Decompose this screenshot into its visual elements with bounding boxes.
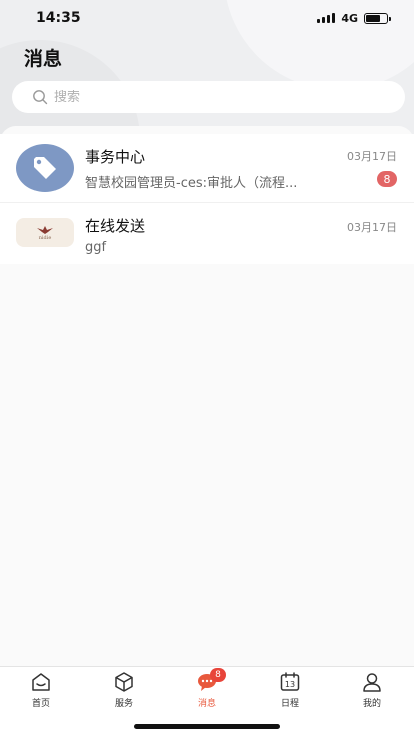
calendar-icon: 13 — [279, 671, 301, 693]
message-preview: 智慧校园管理员-ces:审批人（流程... — [85, 176, 298, 191]
tab-schedule[interactable]: 13 日程 — [255, 671, 325, 711]
home-icon — [30, 671, 52, 693]
tab-label: 服务 — [114, 699, 133, 709]
tab-label: 日程 — [280, 699, 299, 709]
chat-bubble-icon: 8 — [196, 668, 226, 693]
battery-icon — [364, 12, 391, 24]
avatar: nidie — [16, 218, 74, 247]
message-list: 事务中心 03月17日 智慧校园管理员-ces:审批人（流程... 8 nidi… — [0, 126, 414, 671]
tab-label: 我的 — [362, 699, 381, 709]
tab-service[interactable]: 服务 — [89, 671, 159, 711]
network-type: 4G — [341, 11, 358, 25]
home-indicator — [134, 724, 280, 729]
calendar-day: 13 — [285, 680, 295, 689]
message-item-online-send[interactable]: nidie 在线发送 03月17日 ggf — [0, 202, 414, 264]
signal-icon — [317, 13, 336, 23]
message-preview: ggf — [85, 240, 107, 255]
status-time: 14:35 — [36, 10, 81, 26]
avatar — [16, 144, 74, 192]
status-bar: 14:35 4G — [0, 0, 414, 36]
tab-mine[interactable]: 我的 — [337, 671, 407, 711]
message-title: 事务中心 — [85, 148, 146, 166]
message-date: 03月17日 — [347, 150, 397, 163]
search-bar[interactable] — [12, 81, 405, 113]
search-icon — [32, 89, 48, 105]
tab-messages[interactable]: 8 消息 — [172, 668, 242, 711]
tab-label: 消息 — [197, 699, 216, 709]
tab-home[interactable]: 首页 — [6, 671, 76, 711]
bird-logo — [37, 225, 53, 234]
message-date: 03月17日 — [347, 221, 397, 234]
cube-icon — [113, 671, 135, 693]
person-icon — [361, 671, 383, 693]
status-indicators: 4G — [317, 11, 391, 25]
message-title: 在线发送 — [85, 217, 146, 235]
page-title: 消息 — [24, 48, 63, 70]
logo-text: nidie — [38, 234, 52, 241]
tab-label: 首页 — [31, 699, 50, 709]
tag-icon — [34, 157, 56, 179]
search-input[interactable] — [54, 89, 354, 105]
message-item-affairs[interactable]: 事务中心 03月17日 智慧校园管理员-ces:审批人（流程... 8 — [0, 134, 414, 202]
unread-badge: 8 — [377, 171, 397, 187]
tab-unread-badge: 8 — [210, 668, 226, 682]
